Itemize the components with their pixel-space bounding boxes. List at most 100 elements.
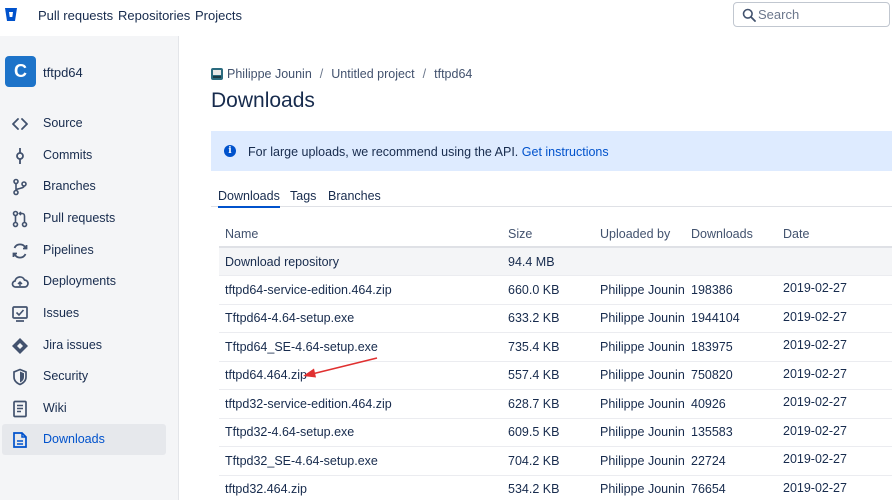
breadcrumb-repo[interactable]: tftpd64 (434, 67, 472, 81)
uploader-name[interactable]: Philippe Jounin (594, 475, 685, 500)
sidebar-item-pull-requests[interactable]: Pull requests (2, 203, 166, 234)
page-title: Downloads (211, 89, 315, 112)
upload-date: 2019-02-27 (777, 361, 892, 390)
table-row: tftpd32.464.zip 534.2 KB Philippe Jounin… (219, 475, 892, 500)
breadcrumb-project[interactable]: Untitled project (331, 67, 414, 81)
sidebar-item-label: Jira issues (43, 338, 103, 352)
tab-branches[interactable]: Branches (328, 189, 381, 206)
info-banner: i For large uploads, we recommend using … (211, 131, 892, 171)
uploader-name[interactable]: Philippe Jounin (594, 304, 685, 333)
repo-name[interactable]: tftpd64 (43, 65, 83, 80)
sidebar-item-jira-issues[interactable]: Jira issues (2, 330, 166, 361)
sidebar-item-label: Branches (43, 179, 96, 193)
uploader-name[interactable]: Philippe Jounin (594, 418, 685, 447)
file-size: 94.4 MB (502, 247, 594, 276)
file-size: 628.7 KB (502, 389, 594, 419)
sidebar-item-issues[interactable]: Issues (2, 298, 166, 329)
table-header-row: Name Size Uploaded by Downloads Date (219, 222, 892, 248)
get-instructions-link[interactable]: Get instructions (522, 145, 609, 159)
column-header-uploaded-by[interactable]: Uploaded by (594, 222, 685, 248)
column-header-name[interactable]: Name (219, 222, 502, 248)
table-row: tftpd64-service-edition.464.zip 660.0 KB… (219, 275, 892, 305)
nav-repositories[interactable]: Repositories (118, 8, 190, 23)
uploader-name[interactable]: Philippe Jounin (594, 275, 685, 305)
nav-projects[interactable]: Projects (195, 8, 242, 23)
sidebar-item-pipelines[interactable]: Pipelines (2, 235, 166, 266)
tab-tags[interactable]: Tags (290, 189, 316, 206)
table-row: Tftpd32-4.64-setup.exe 609.5 KB Philippe… (219, 418, 892, 447)
breadcrumb: Philippe Jounin / Untitled project / tftpd64 (211, 67, 472, 81)
sidebar-item-label: Pipelines (43, 243, 94, 257)
sidebar-item-wiki[interactable]: Wiki (2, 393, 166, 424)
download-count: 198386 (685, 275, 777, 305)
user-avatar-icon (211, 68, 223, 80)
shield-icon (13, 368, 27, 386)
download-repository-link[interactable]: Download repository (219, 247, 502, 276)
file-size: 704.2 KB (502, 446, 594, 476)
uploader-name[interactable]: Philippe Jounin (594, 446, 685, 476)
sidebar: C tftpd64 Source Commits Branches Pull r… (0, 36, 179, 500)
search-box[interactable] (733, 2, 890, 27)
file-name-link[interactable]: Tftpd32-4.64-setup.exe (219, 418, 502, 447)
file-name-link[interactable]: tftpd64-service-edition.464.zip (219, 275, 502, 305)
column-header-size[interactable]: Size (502, 222, 594, 248)
upload-date: 2019-02-27 (777, 275, 892, 305)
repo-avatar[interactable]: C (5, 56, 36, 87)
uploader-name[interactable]: Philippe Jounin (594, 361, 685, 390)
branches-icon (13, 178, 27, 196)
top-navigation: Pull requests Repositories Projects (0, 0, 892, 34)
banner-message: For large uploads, we recommend using th… (248, 145, 519, 159)
breadcrumb-owner[interactable]: Philippe Jounin (227, 67, 312, 81)
sidebar-item-downloads[interactable]: Downloads (2, 424, 166, 455)
pull-request-icon (12, 210, 28, 228)
upload-date: 2019-02-27 (777, 475, 892, 500)
download-repository-row[interactable]: Download repository 94.4 MB (219, 247, 892, 276)
uploader-name[interactable]: Philippe Jounin (594, 389, 685, 419)
issues-icon (12, 306, 28, 322)
file-size: 557.4 KB (502, 361, 594, 390)
table-row: tftpd32-service-edition.464.zip 628.7 KB… (219, 389, 892, 419)
banner-text: For large uploads, we recommend using th… (248, 145, 609, 159)
downloads-icon (13, 432, 27, 448)
commit-icon (16, 148, 24, 164)
annotation-arrow-icon (303, 357, 378, 378)
sidebar-item-label: Downloads (43, 432, 105, 446)
sidebar-item-deployments[interactable]: Deployments (2, 266, 166, 297)
breadcrumb-separator: / (422, 67, 427, 81)
uploader-name[interactable]: Philippe Jounin (594, 332, 685, 362)
tab-downloads[interactable]: Downloads (218, 189, 280, 208)
deployments-icon (11, 276, 29, 288)
jira-icon (12, 338, 28, 354)
nav-pull-requests[interactable]: Pull requests (38, 8, 113, 23)
upload-date: 2019-02-27 (777, 332, 892, 362)
column-header-downloads[interactable]: Downloads (685, 222, 777, 248)
file-size: 633.2 KB (502, 304, 594, 333)
bitbucket-logo-icon[interactable] (4, 7, 18, 22)
upload-date: 2019-02-27 (777, 389, 892, 419)
sidebar-item-label: Wiki (43, 401, 67, 415)
file-name-link[interactable]: tftpd32.464.zip (219, 475, 502, 500)
sidebar-item-security[interactable]: Security (2, 361, 166, 392)
column-header-date[interactable]: Date (777, 222, 892, 248)
download-count: 135583 (685, 418, 777, 447)
download-count: 750820 (685, 361, 777, 390)
download-count: 40926 (685, 389, 777, 419)
file-name-link[interactable]: Tftpd32_SE-4.64-setup.exe (219, 446, 502, 476)
file-name-link[interactable]: Tftpd64-4.64-setup.exe (219, 304, 502, 333)
sidebar-item-label: Deployments (43, 274, 116, 288)
upload-date: 2019-02-27 (777, 446, 892, 476)
sidebar-item-commits[interactable]: Commits (2, 140, 166, 171)
sidebar-item-source[interactable]: Source (2, 108, 166, 139)
tab-bar: Downloads Tags Branches (211, 187, 892, 208)
upload-date: 2019-02-27 (777, 304, 892, 333)
search-input[interactable] (758, 6, 883, 23)
sidebar-item-label: Source (43, 116, 83, 130)
file-name-link[interactable]: tftpd32-service-edition.464.zip (219, 389, 502, 419)
file-size: 660.0 KB (502, 275, 594, 305)
sidebar-item-label: Issues (43, 306, 80, 320)
sidebar-item-branches[interactable]: Branches (2, 171, 166, 202)
wiki-icon (13, 400, 27, 418)
search-icon (742, 8, 756, 22)
sidebar-item-label: Commits (43, 148, 93, 162)
download-count: 22724 (685, 446, 777, 476)
